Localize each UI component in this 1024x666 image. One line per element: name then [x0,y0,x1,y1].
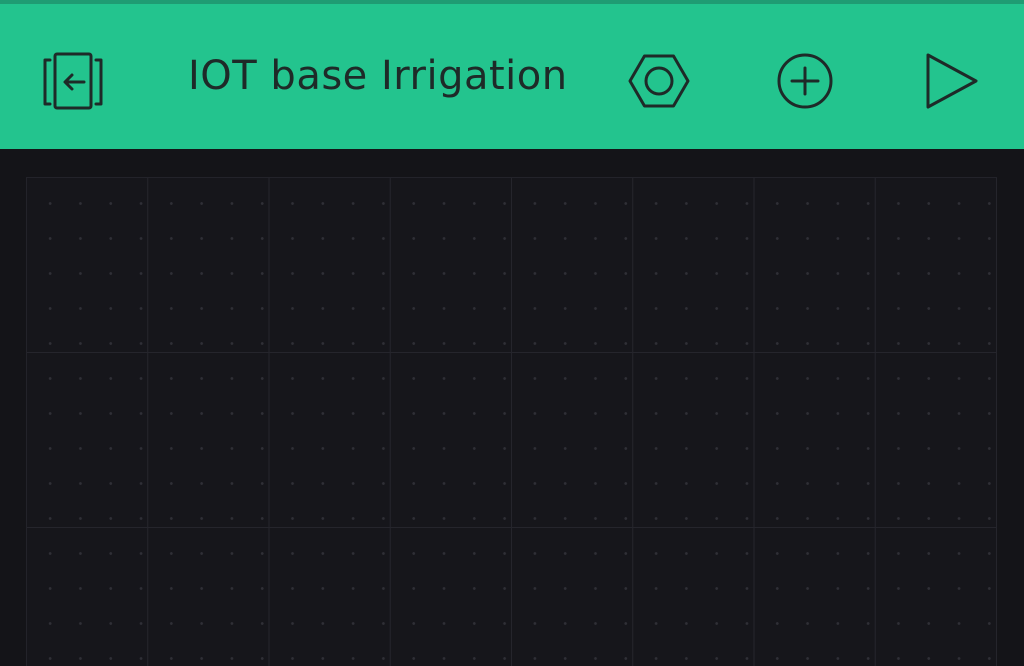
widget-workspace[interactable] [0,149,1024,666]
app-screen: IOT base Irrigation [0,0,1024,666]
project-toolbar: IOT base Irrigation [0,4,1024,149]
exit-to-projects-icon [43,52,103,110]
run-project-button[interactable] [916,46,986,116]
widget-grid[interactable] [26,177,997,666]
play-icon [926,53,978,109]
project-settings-button[interactable] [624,46,694,116]
plus-circle-icon [777,53,833,109]
add-widget-button[interactable] [770,46,840,116]
hexagon-settings-icon [628,54,690,108]
back-to-projects-button[interactable] [38,46,108,116]
project-title: IOT base Irrigation [188,53,568,99]
